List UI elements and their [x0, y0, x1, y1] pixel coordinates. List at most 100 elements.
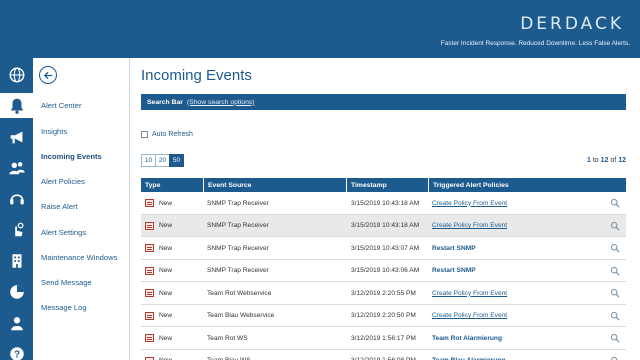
nav-item-send-message[interactable]: Send Message — [41, 278, 92, 287]
table-row[interactable]: New Team Rot WS 3/12/2019 1:56:17 PM Team R… — [141, 327, 626, 350]
triggered-policy-link[interactable]: Restart SNMP — [432, 237, 476, 259]
auto-refresh[interactable]: Auto Refresh — [141, 131, 193, 138]
event-source-cell: Team Blau Webservice — [207, 312, 275, 319]
column-header-event-source[interactable]: Event Source — [203, 178, 346, 192]
timestamp-cell: 3/12/2019 2:20:55 PM — [351, 289, 416, 297]
rail-help[interactable]: ? — [0, 341, 33, 360]
touch-settings-icon — [14, 222, 23, 236]
table-row[interactable]: New SNMP Trap Receiver 3/15/2019 10:43:07 … — [141, 237, 626, 260]
tagline: Faster Incident Response. Reduced Downti… — [440, 40, 630, 47]
person-icon — [10, 316, 23, 330]
type-cell: New — [145, 215, 172, 237]
timestamp-cell: 3/15/2019 10:43:06 AM — [351, 267, 420, 274]
table-row[interactable]: New SNMP Trap Receiver 3/15/2019 10:43:06 … — [141, 260, 626, 282]
magnifier-icon[interactable] — [610, 356, 620, 360]
type-cell: New — [145, 327, 172, 349]
nav-item-message-log[interactable]: Message Log — [41, 303, 87, 312]
type-cell: New — [145, 260, 172, 282]
triggered-policy-link[interactable]: Create Policy From Event — [432, 192, 507, 214]
app-header: DERDACK Faster Incident Response. Reduce… — [0, 0, 640, 58]
table-row[interactable]: New Team Blau Webservice 3/12/2019 2:20:50… — [141, 305, 626, 327]
page-size-50-button[interactable]: 50 — [169, 154, 184, 167]
event-type-label: New — [159, 289, 173, 297]
magnifier-icon[interactable] — [610, 288, 620, 298]
show-search-options-link[interactable]: (Show search options) — [187, 99, 255, 106]
event-source-cell: SNMP Trap Receiver — [207, 222, 269, 229]
page-size-10-button[interactable]: 10 — [141, 154, 156, 167]
nav-item-alert-policies[interactable]: Alert Policies — [41, 177, 85, 186]
rail-globe[interactable] — [0, 62, 33, 87]
event-type-label: New — [159, 222, 173, 229]
type-cell: New — [145, 305, 172, 327]
table-body: New SNMP Trap Receiver 3/15/2019 10:43:18 … — [141, 192, 626, 360]
triggered-policy-link[interactable]: Team Blau Alarmierung — [432, 350, 505, 360]
type-cell: New — [145, 237, 172, 259]
event-source-cell: SNMP Trap Receiver — [207, 267, 269, 274]
nav-item-alert-center[interactable]: Alert Center — [41, 101, 82, 110]
table-row[interactable]: New Team Rot Webservice 3/12/2019 2:20:55 … — [141, 282, 626, 305]
derdack-logo: DERDACK — [520, 14, 624, 34]
table-header: Type Event Source Timestamp Triggered Al… — [141, 178, 626, 192]
arrow-left-icon — [43, 71, 52, 79]
type-cell: New — [145, 350, 172, 360]
table-row[interactable]: New SNMP Trap Receiver 3/15/2019 10:43:18 … — [141, 192, 626, 215]
magnifier-icon[interactable] — [610, 333, 620, 343]
table-row[interactable]: New SNMP Trap Receiver 3/15/2019 10:43:18 … — [141, 214, 626, 237]
magnifier-icon[interactable] — [610, 266, 620, 276]
rail-building[interactable] — [0, 248, 33, 273]
rail-person[interactable] — [0, 310, 33, 335]
magnifier-icon[interactable] — [610, 221, 620, 231]
rail-touch-settings[interactable] — [0, 217, 33, 242]
type-cell: New — [145, 282, 172, 304]
search-bar: Search Bar (Show search options) — [141, 94, 626, 110]
rail-bell[interactable] — [0, 93, 33, 118]
event-type-label: New — [159, 312, 173, 319]
nav-item-maintenance-windows[interactable]: Maintenance Windows — [41, 253, 117, 262]
svg-text:?: ? — [13, 349, 19, 360]
pager-to-word: to — [592, 157, 599, 164]
event-type-label: New — [159, 334, 173, 342]
event-source-cell: Team Blau WS — [207, 350, 251, 360]
event-type-icon — [145, 334, 154, 342]
event-type-label: New — [159, 199, 173, 207]
auto-refresh-checkbox[interactable] — [141, 131, 148, 138]
search-bar-title: Search Bar — [147, 98, 183, 106]
triggered-policy-link[interactable]: Create Policy From Event — [432, 215, 507, 237]
nav-item-raise-alert[interactable]: Raise Alert — [41, 202, 78, 211]
rail-headset[interactable] — [0, 186, 33, 211]
magnifier-icon[interactable] — [610, 198, 620, 208]
table-row[interactable]: New Team Blau WS 3/12/2019 1:56:08 PM Team … — [141, 350, 626, 360]
triggered-policy-link[interactable]: Create Policy From Event — [432, 305, 507, 327]
triggered-policy-link[interactable]: Restart SNMP — [432, 260, 476, 282]
pager-total: 12 — [618, 157, 626, 164]
auto-refresh-label: Auto Refresh — [152, 131, 193, 138]
back-button[interactable] — [39, 66, 57, 84]
magnifier-icon[interactable] — [610, 311, 620, 321]
nav-item-insights[interactable]: Insights — [41, 127, 67, 136]
event-type-label: New — [159, 244, 173, 252]
nav-item-incoming-events[interactable]: Incoming Events — [41, 152, 102, 161]
timestamp-cell: 3/12/2019 2:20:50 PM — [351, 312, 416, 319]
event-source-cell: SNMP Trap Receiver — [207, 244, 269, 252]
rail-megaphone[interactable] — [0, 124, 33, 149]
nav-panel: Alert Center Insights Incoming Events Al… — [33, 58, 130, 360]
triggered-policy-link[interactable]: Create Policy From Event — [432, 282, 507, 304]
page-size-20-button[interactable]: 20 — [155, 154, 170, 167]
event-type-icon — [145, 199, 154, 207]
icon-rail: ? — [0, 58, 33, 360]
help-icon: ? — [9, 346, 24, 360]
column-header-timestamp[interactable]: Timestamp — [346, 178, 428, 192]
event-type-label: New — [159, 267, 173, 274]
column-header-triggered-alert-policies[interactable]: Triggered Alert Policies — [428, 178, 600, 192]
magnifier-icon[interactable] — [610, 243, 620, 253]
event-type-icon — [145, 266, 154, 275]
rail-users[interactable] — [0, 155, 33, 180]
rail-chart[interactable] — [0, 279, 33, 304]
event-type-icon — [145, 311, 154, 320]
event-source-cell: SNMP Trap Receiver — [207, 199, 269, 207]
nav-item-alert-settings[interactable]: Alert Settings — [41, 228, 86, 237]
triggered-policy-link[interactable]: Team Rot Alarmierung — [432, 327, 502, 349]
megaphone-icon — [10, 131, 22, 143]
chart-icon — [9, 284, 24, 299]
column-header-type[interactable]: Type — [141, 178, 203, 192]
